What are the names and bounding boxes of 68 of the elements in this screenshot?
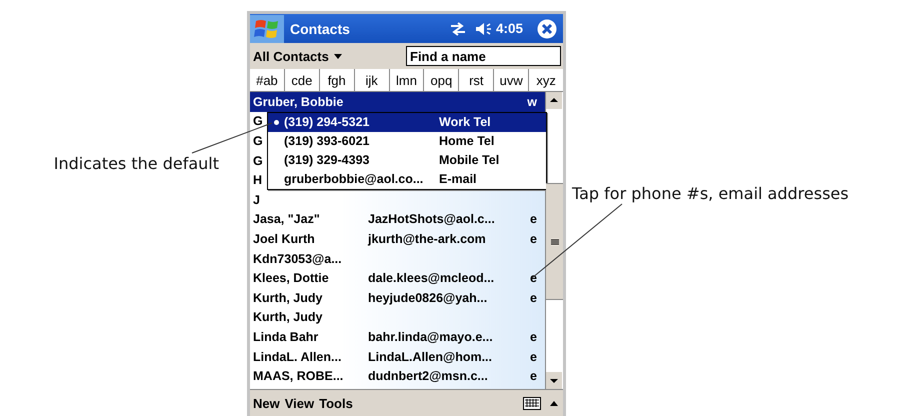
popup-menu-item[interactable]: gruberbobbie@aol.co... E-mail: [268, 170, 546, 189]
contact-detail: JazHotShots@aol.c...: [368, 212, 495, 226]
scroll-up-icon[interactable]: [546, 92, 562, 109]
contact-type: e: [530, 369, 537, 384]
contact-name: MAAS, ROBE...: [253, 369, 344, 384]
contact-name: LindaL. Allen...: [253, 350, 342, 364]
contact-name: Kurth, Judy: [253, 290, 322, 305]
contact-type: e: [530, 290, 537, 305]
contact-name: Gruber, Bobbie: [253, 94, 344, 109]
popup-label: Mobile Tel: [439, 153, 500, 168]
contact-row[interactable]: MAAS, ROBE... dudnbert2@msn.c... e: [250, 366, 545, 386]
annotation-text: Tap for phone #s, email addresses: [572, 184, 849, 203]
contact-detail: dudnbert2@msn.c...: [368, 369, 488, 384]
contact-type: w: [527, 94, 537, 109]
popup-menu-item[interactable]: (319) 393-6021 Home Tel: [268, 132, 546, 151]
contact-row[interactable]: Jasa, "Jaz" JazHotShots@aol.c... e: [250, 210, 545, 230]
contact-name: Klees, Dottie: [253, 271, 329, 286]
menu-item[interactable]: Tools: [319, 396, 353, 410]
contact-detail: bahr.linda@mayo.e...: [368, 330, 493, 344]
menu-item[interactable]: New: [253, 396, 280, 410]
keyboard-icon[interactable]: [523, 396, 541, 410]
popup-value: gruberbobbie@aol.co...: [284, 172, 424, 186]
find-field[interactable]: Find a name: [406, 46, 561, 66]
contact-row[interactable]: LindaL. Allen... LindaL.Allen@hom... e: [250, 346, 545, 366]
contact-name: Kurth, Judy: [253, 310, 322, 324]
popup-value: (319) 294-5321: [284, 115, 370, 130]
contact-type: e: [530, 350, 537, 364]
popup-menu-item[interactable]: (319) 329-4393 Mobile Tel: [268, 150, 546, 170]
contact-row[interactable]: Klees, Dottie dale.klees@mcleod... e: [250, 268, 545, 288]
contact-type: e: [530, 232, 537, 246]
speaker-icon[interactable]: [474, 22, 493, 36]
contact-name: Jasa, "Jaz": [253, 212, 320, 226]
contact-detail: jkurth@the-ark.com: [368, 232, 486, 246]
popup-label: Work Tel: [439, 115, 491, 130]
popup-label: Home Tel: [439, 134, 494, 148]
scroll-thumb[interactable]: [546, 183, 563, 300]
up-arrow-icon[interactable]: [549, 400, 559, 406]
popup-value: (319) 393-6021: [284, 134, 370, 148]
clock-time: 4:05: [496, 21, 523, 36]
contact-row[interactable]: Kdn73053@a...: [250, 248, 545, 268]
scrollbar[interactable]: [545, 92, 563, 389]
contact-name: Joel Kurth: [253, 232, 315, 246]
contact-name: Kdn73053@a...: [253, 252, 342, 266]
caret-icon: [334, 54, 342, 58]
popup-value: (319) 329-4393: [284, 153, 370, 168]
close-icon[interactable]: [537, 18, 557, 38]
contact-row[interactable]: J: [250, 190, 545, 210]
popup-label: E-mail: [439, 172, 477, 186]
contact-detail: dale.klees@mcleod...: [368, 271, 494, 286]
contact-detail: LindaL.Allen@hom...: [368, 350, 492, 364]
flag-icon[interactable]: [250, 14, 284, 42]
annotation-text: Indicates the default: [54, 154, 219, 175]
contact-type: e: [530, 271, 537, 286]
window-title: Contacts: [290, 20, 351, 36]
contact-name: J: [253, 192, 260, 207]
contact-row[interactable]: Kurth, Judy: [250, 308, 545, 328]
contact-row[interactable]: Linda Bahr bahr.linda@mayo.e... e: [250, 327, 545, 347]
contact-row[interactable]: Joel Kurth jkurth@the-ark.com e: [250, 229, 545, 249]
contact-row[interactable]: Gruber, Bobbie w: [250, 92, 545, 112]
menu-item[interactable]: View: [284, 396, 314, 410]
popup-menu-item[interactable]: (319) 294-5321 Work Tel: [268, 112, 546, 132]
contact-type: e: [530, 330, 537, 344]
category-dropdown[interactable]: All Contacts: [250, 48, 402, 64]
scroll-down-icon[interactable]: [546, 372, 562, 389]
contact-detail: heyjude0826@yah...: [368, 290, 488, 305]
contact-row[interactable]: Kurth, Judy heyjude0826@yah... e: [250, 288, 545, 308]
contact-name: Linda Bahr: [253, 330, 318, 344]
contact-type: e: [530, 212, 537, 226]
